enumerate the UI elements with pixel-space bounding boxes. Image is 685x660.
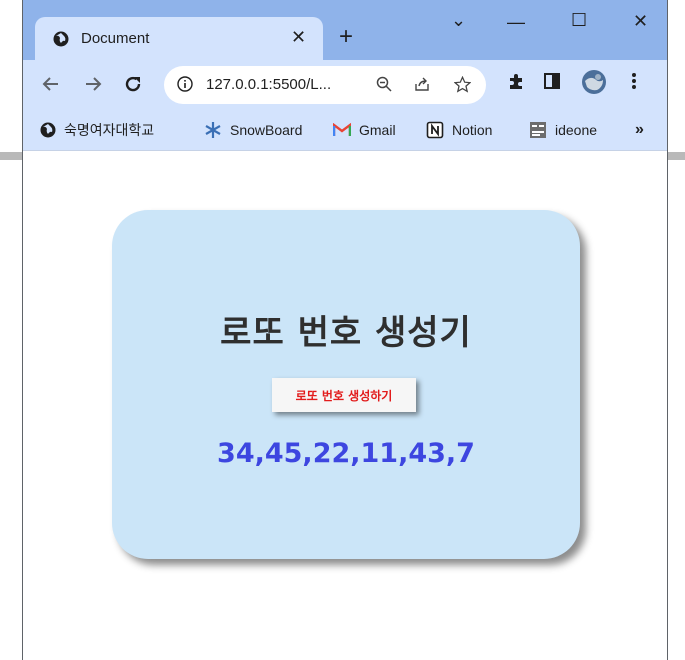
close-tab-icon[interactable]: ✕: [291, 27, 306, 48]
address-bar[interactable]: 127.0.0.1:5500/L...: [164, 66, 486, 104]
gmail-icon: [333, 123, 351, 137]
bookmark-label: Gmail: [359, 122, 396, 138]
reload-icon: [125, 76, 141, 92]
tab-document[interactable]: Document ✕: [35, 17, 323, 60]
bookmark-label: ideone: [555, 122, 598, 138]
maximize-button[interactable]: ☐: [571, 10, 587, 31]
ideone-icon: [529, 121, 547, 139]
tab-search-icon[interactable]: ⌄: [451, 10, 466, 31]
back-arrow-icon: [42, 77, 58, 91]
browser-window: Document ✕ + ⌄ — ☐ ✕ 127.0.0.1:5500/L...…: [22, 0, 668, 660]
bookmark-item[interactable]: ideone: [529, 118, 597, 142]
lotto-numbers: 34,45,22,11,43,7: [217, 438, 475, 469]
forward-arrow-icon: [86, 77, 102, 91]
tab-title: Document: [81, 30, 150, 47]
desktop: Document ✕ + ⌄ — ☐ ✕ 127.0.0.1:5500/L...…: [0, 0, 685, 660]
close-window-button[interactable]: ✕: [633, 11, 648, 32]
bookmark-item[interactable]: Gmail: [333, 118, 396, 142]
page-content: 로또 번호 생성기 로또 번호 생성하기 34,45,22,11,43,7: [23, 151, 667, 660]
globe-icon: [40, 122, 56, 138]
bookmark-label: SnowBoard: [230, 122, 303, 138]
menu-kebab-icon[interactable]: [631, 72, 637, 95]
generate-numbers-button[interactable]: 로또 번호 생성하기: [272, 378, 416, 412]
page-title: 로또 번호 생성기: [220, 313, 472, 353]
toolbar: 127.0.0.1:5500/L...: [23, 60, 667, 113]
side-panel-icon[interactable]: [543, 72, 561, 95]
globe-icon: [53, 31, 69, 47]
minimize-button[interactable]: —: [507, 12, 525, 33]
bookmark-item[interactable]: SnowBoard: [204, 118, 302, 142]
extensions-icon[interactable]: [507, 72, 525, 95]
bookmark-star-icon[interactable]: [453, 75, 472, 98]
bookmark-item[interactable]: 숙명여자대학교: [40, 118, 154, 142]
snowflake-icon: [204, 121, 222, 139]
notion-icon: [426, 121, 444, 139]
zoom-icon[interactable]: [376, 76, 392, 97]
more-bookmarks-button[interactable]: »: [635, 118, 644, 142]
new-tab-button[interactable]: +: [339, 25, 353, 49]
lotto-card: 로또 번호 생성기 로또 번호 생성하기 34,45,22,11,43,7: [112, 210, 580, 559]
url-text[interactable]: 127.0.0.1:5500/L...: [206, 76, 331, 93]
background-bar-left: [0, 152, 22, 160]
info-icon[interactable]: [177, 76, 193, 92]
reload-button[interactable]: [123, 74, 143, 98]
bookmark-item[interactable]: Notion: [426, 118, 492, 142]
forward-button[interactable]: [83, 74, 103, 98]
profile-avatar[interactable]: [581, 69, 607, 100]
bookmark-label: Notion: [452, 122, 493, 138]
background-bar-right: [668, 152, 685, 160]
bookmarks-bar: 숙명여자대학교 SnowBoard Gmail Notion ideone »: [23, 113, 667, 151]
bookmark-label: 숙명여자대학교: [64, 122, 155, 138]
title-bar: Document ✕ + ⌄ — ☐ ✕: [23, 0, 667, 60]
share-icon[interactable]: [414, 76, 430, 97]
back-button[interactable]: [41, 74, 61, 98]
